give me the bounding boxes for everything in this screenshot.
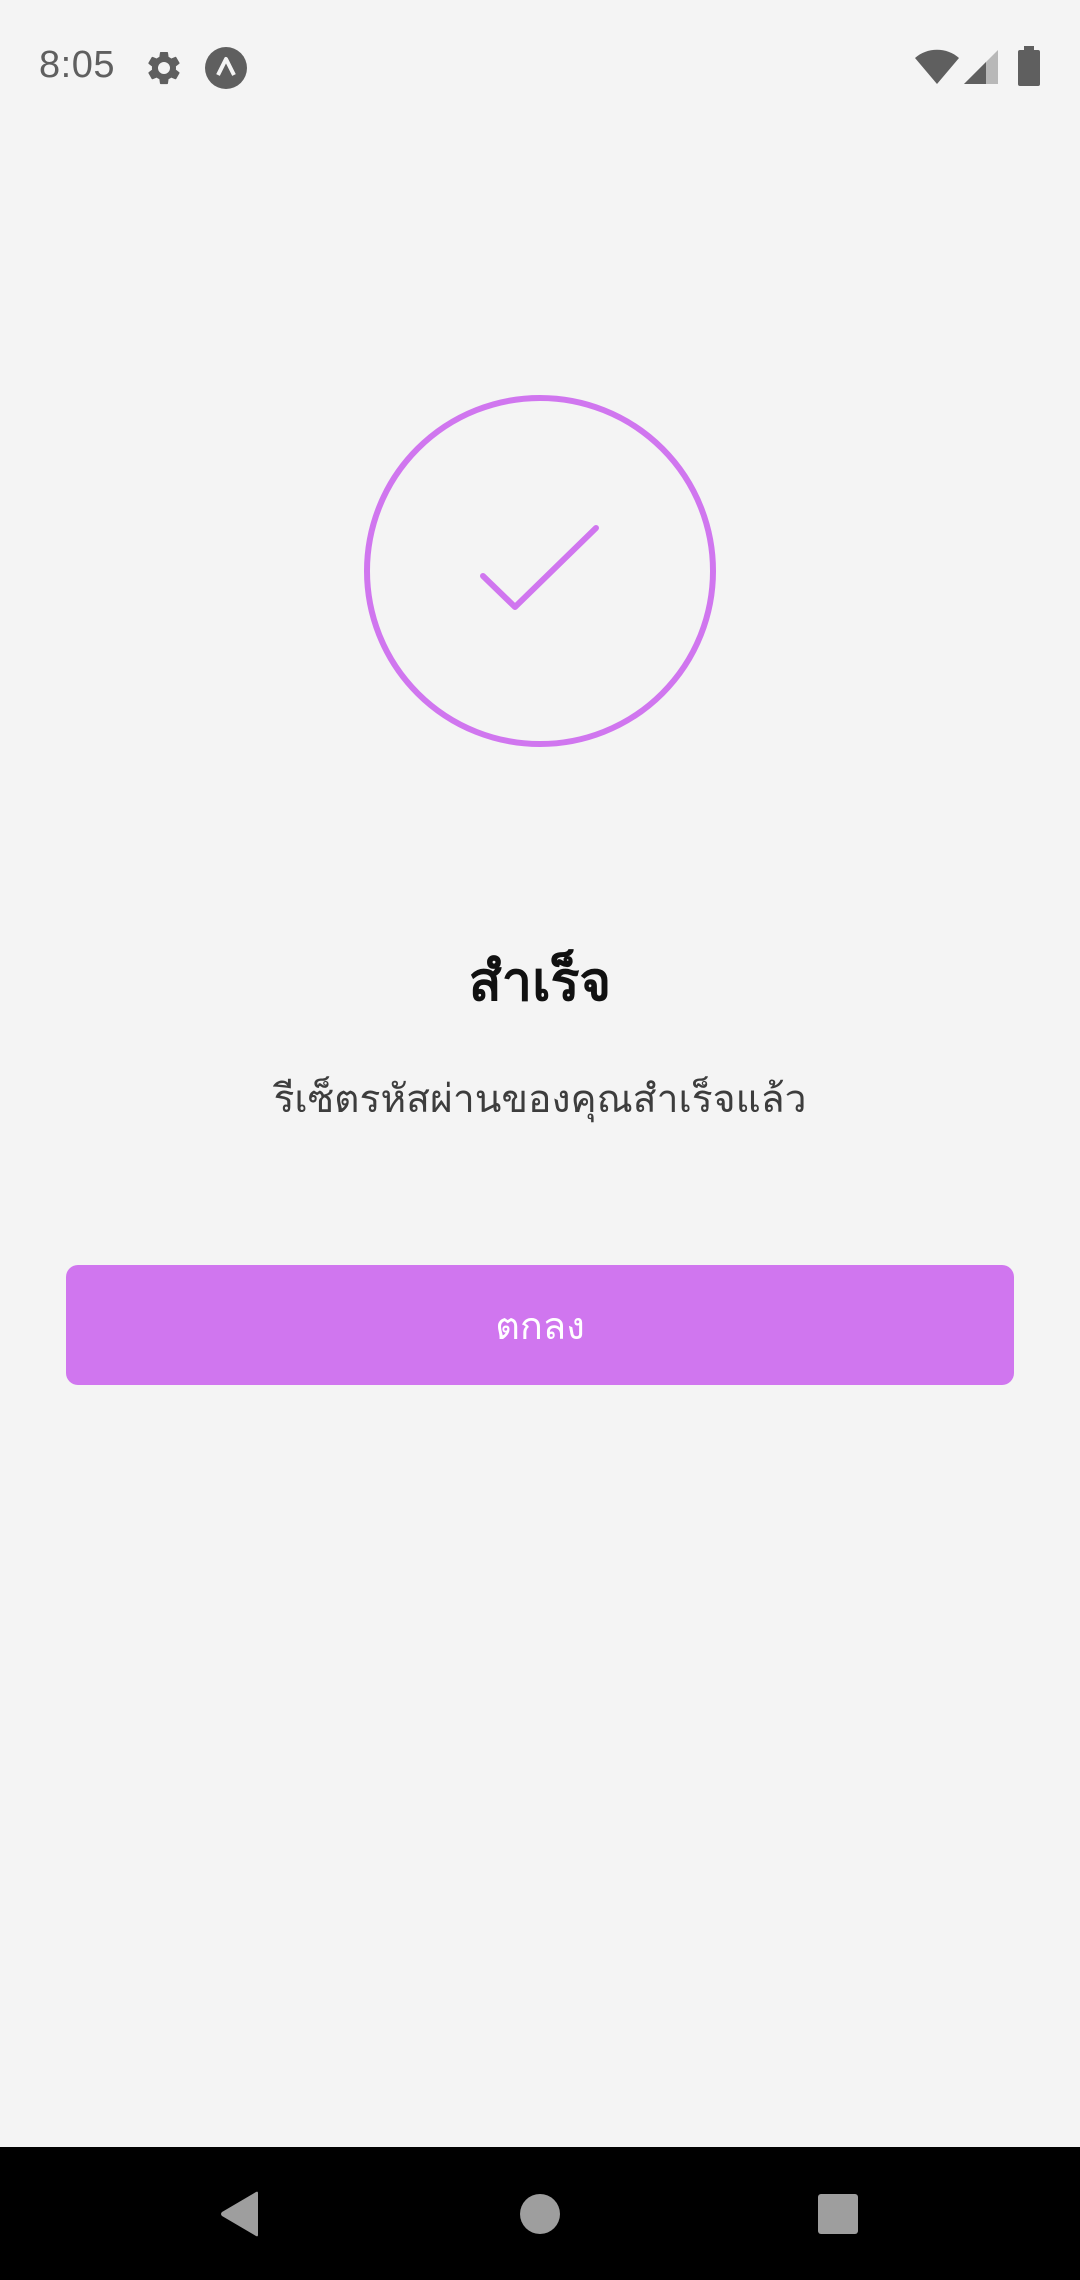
success-screen: 8:05 สำเร็จ รีเซ็ตรหัสผ่านของคุณสำเร็จแล… — [0, 0, 1080, 2280]
success-title: สำเร็จ — [468, 950, 612, 1013]
check-circle-icon — [364, 395, 716, 747]
gear-icon — [148, 51, 180, 85]
wifi-icon — [915, 49, 959, 84]
signal-icon — [964, 50, 998, 84]
ok-button[interactable]: ตกลง — [66, 1265, 1014, 1385]
status-time: 8:05 — [39, 44, 115, 86]
success-message: รีเซ็ตรหัสผ่านของคุณสำเร็จแล้ว — [273, 1077, 807, 1122]
back-button[interactable] — [160, 2147, 320, 2280]
app-notification-icon — [205, 47, 247, 89]
home-button[interactable] — [460, 2147, 620, 2280]
recents-button[interactable] — [758, 2147, 918, 2280]
battery-icon — [1018, 46, 1040, 86]
home-icon — [520, 2193, 560, 2234]
recents-icon — [818, 2193, 858, 2234]
back-icon — [221, 2191, 258, 2236]
status-bar: 8:05 — [0, 0, 1080, 136]
navigation-bar — [0, 2147, 1080, 2280]
ok-button-label: ตกลง — [495, 1303, 585, 1348]
